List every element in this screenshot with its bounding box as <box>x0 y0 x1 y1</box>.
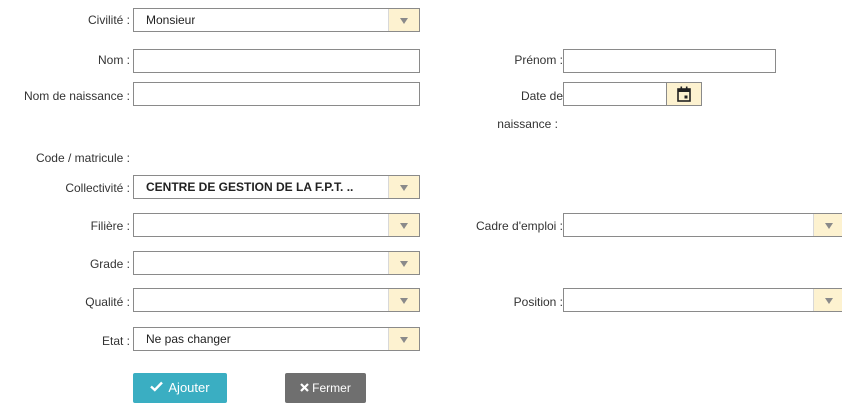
prenom-input[interactable] <box>563 49 776 73</box>
code-matricule-label: Code / matricule : <box>35 151 130 165</box>
chevron-down-icon[interactable] <box>388 176 419 198</box>
close-button[interactable]: Fermer <box>285 373 366 403</box>
collectivite-select[interactable]: CENTRE DE GESTION DE LA F.P.T. .. <box>133 175 420 199</box>
nom-input[interactable] <box>133 49 420 73</box>
civilite-value: Monsieur <box>146 13 196 27</box>
chevron-down-icon[interactable] <box>388 214 419 236</box>
etat-select[interactable]: Ne pas changer <box>133 327 420 351</box>
qualite-label: Qualité : <box>85 295 130 309</box>
qualite-select[interactable] <box>133 288 420 312</box>
etat-label: Etat : <box>101 334 130 348</box>
grade-select[interactable] <box>133 251 420 275</box>
filiere-select[interactable] <box>133 213 420 237</box>
date-naissance-input[interactable] <box>563 82 702 106</box>
prenom-label: Prénom : <box>514 53 563 67</box>
close-button-label: Fermer <box>312 381 351 395</box>
add-button-label: Ajouter <box>168 380 210 395</box>
nom-label: Nom : <box>97 53 130 67</box>
date-naissance-label-line2: naissance : <box>497 117 558 131</box>
civilite-select[interactable]: Monsieur <box>133 8 420 32</box>
chevron-down-icon[interactable] <box>388 252 419 274</box>
cadre-emploi-label: Cadre d'emploi : <box>476 219 563 233</box>
chevron-down-icon[interactable] <box>813 214 842 236</box>
calendar-icon <box>677 86 691 102</box>
check-icon <box>150 373 164 403</box>
chevron-down-icon[interactable] <box>388 9 419 31</box>
civilite-label: Civilité : <box>87 13 130 27</box>
x-icon <box>300 373 309 403</box>
collectivite-value: CENTRE DE GESTION DE LA F.P.T. .. <box>146 180 354 194</box>
etat-value: Ne pas changer <box>146 332 231 346</box>
date-naissance-label-line1: Date de <box>520 89 563 103</box>
nom-naissance-input[interactable] <box>133 82 420 106</box>
chevron-down-icon[interactable] <box>813 289 842 311</box>
add-button[interactable]: Ajouter <box>133 373 227 403</box>
grade-label: Grade : <box>89 257 130 271</box>
position-label: Position : <box>513 295 563 309</box>
chevron-down-icon[interactable] <box>388 328 419 350</box>
filiere-label: Filière : <box>90 219 130 233</box>
position-select[interactable] <box>563 288 842 312</box>
cadre-emploi-select[interactable] <box>563 213 842 237</box>
collectivite-label: Collectivité : <box>65 181 130 195</box>
nom-naissance-label: Nom de naissance : <box>23 89 130 103</box>
chevron-down-icon[interactable] <box>388 289 419 311</box>
calendar-button[interactable] <box>666 83 701 105</box>
